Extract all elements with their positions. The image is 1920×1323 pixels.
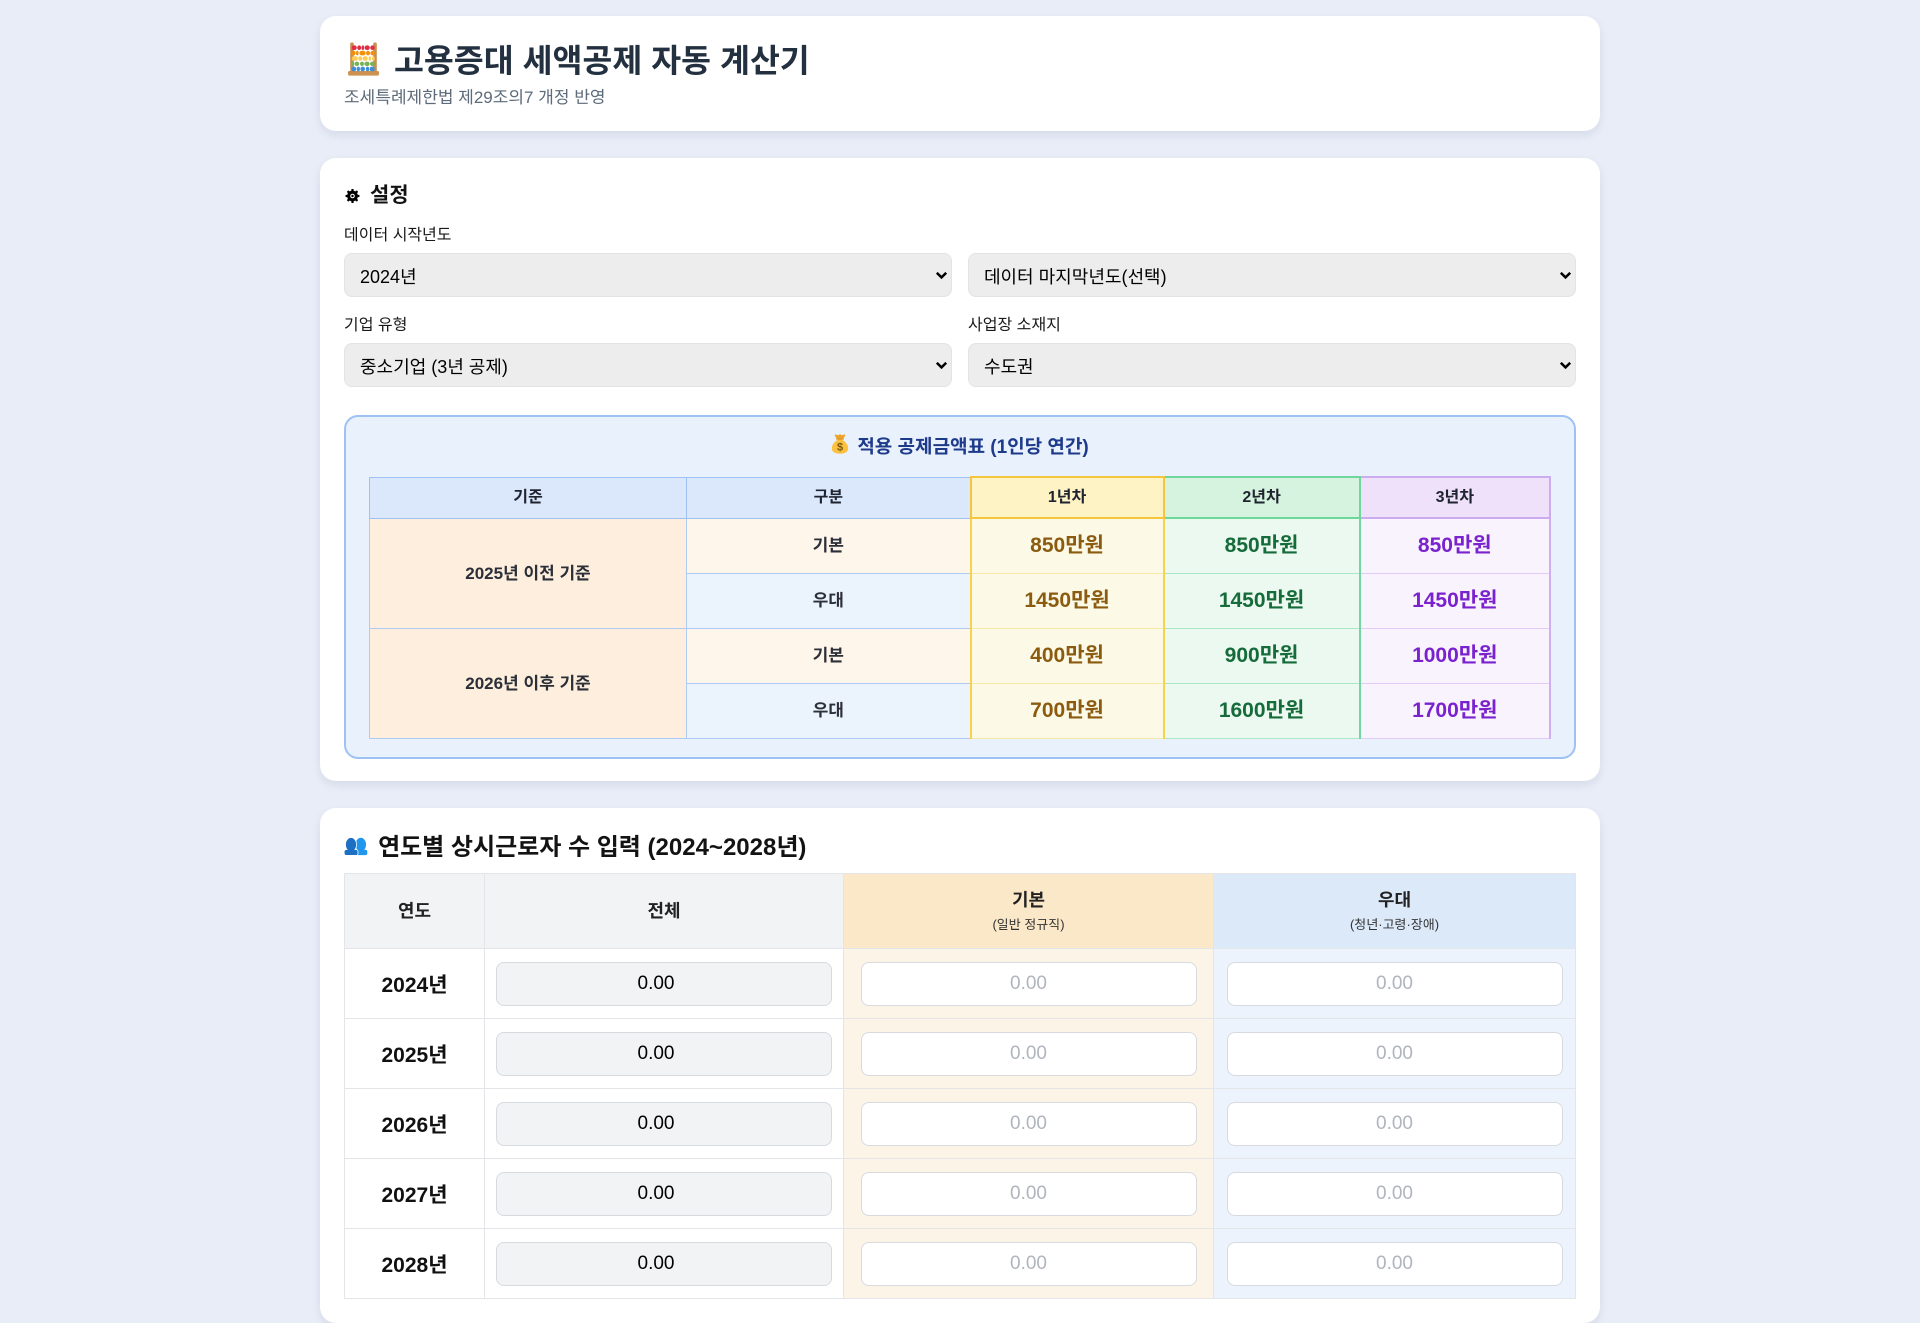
svg-text:$: $ [837,441,843,453]
